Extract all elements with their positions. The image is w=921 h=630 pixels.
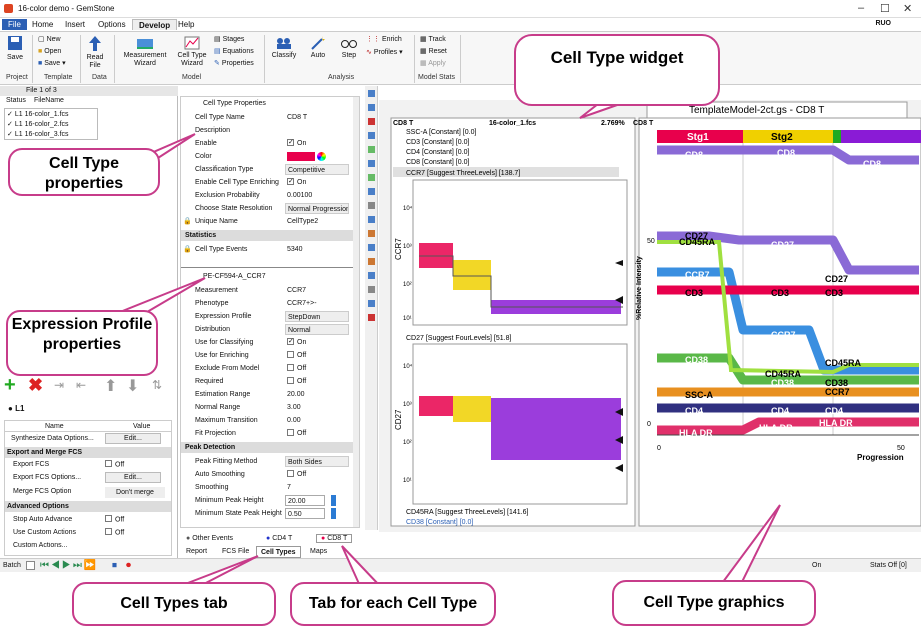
callout-tab-each-cell-type: Tab for each Cell Type xyxy=(290,582,496,626)
callout-cell-type-widget: Cell Type widget xyxy=(514,34,720,106)
callout-cell-type-graphics: Cell Type graphics xyxy=(612,580,816,626)
callout-cell-types-tab: Cell Types tab xyxy=(72,582,276,626)
callout-cell-type-properties: Cell Type properties xyxy=(8,148,160,196)
callout-expression-profile: Expression Profile properties xyxy=(6,310,158,376)
